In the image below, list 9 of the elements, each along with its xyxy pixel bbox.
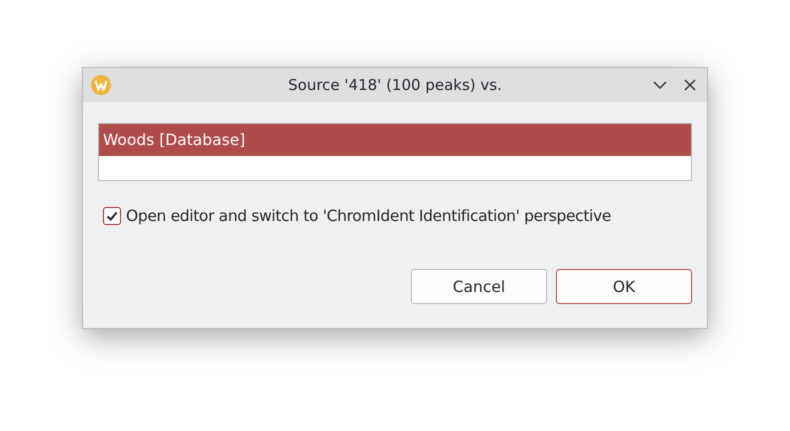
close-icon[interactable] (683, 78, 697, 92)
checkbox-label: Open editor and switch to 'ChromIdent Identification' perspective (126, 207, 612, 225)
app-logo-icon (91, 75, 111, 95)
checkmark-icon (105, 209, 119, 223)
list-item[interactable]: Woods [Database] (99, 124, 691, 156)
dialog-button[interactable]: OK (556, 269, 692, 304)
checkbox[interactable] (103, 207, 121, 225)
dialog-button[interactable]: Cancel (411, 269, 547, 304)
window-title: Source '418' (100 peaks) vs. (288, 76, 502, 94)
